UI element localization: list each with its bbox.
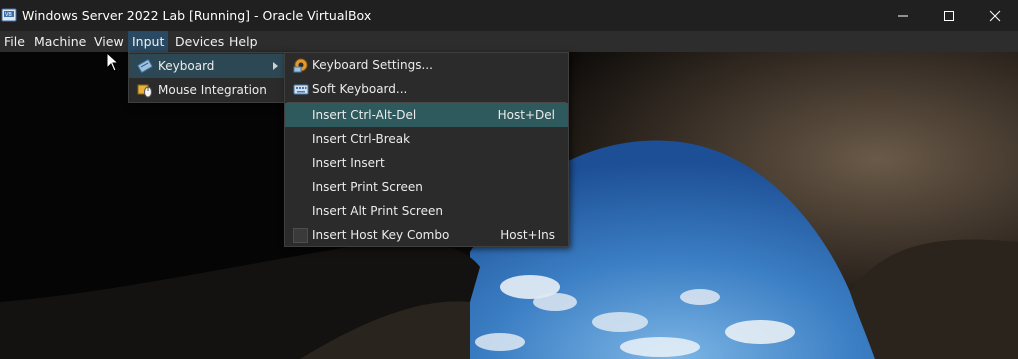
mouse-integration-icon [137,84,152,98]
soft-keyboard-label: Soft Keyboard... [312,82,408,96]
maximize-icon [944,10,954,21]
insert-alt-print-screen-label: Insert Alt Print Screen [312,204,443,218]
insert-print-screen-label: Insert Print Screen [312,180,423,194]
menu-bar: File Machine View Input Devices Help [0,31,1018,52]
keyboard-icon [137,59,153,73]
insert-ctrl-break-label: Insert Ctrl-Break [312,132,411,146]
menu-item-insert-insert[interactable]: Insert Insert [285,151,568,175]
menu-item-mouse-integration[interactable]: Mouse Integration [129,78,285,102]
close-icon [989,10,1001,21]
menu-devices[interactable]: Devices [171,31,228,52]
menu-item-keyboard[interactable]: Keyboard [129,54,285,78]
menu-item-insert-alt-print-screen[interactable]: Insert Alt Print Screen [285,199,568,223]
virtualbox-icon: VB [1,8,17,22]
insert-insert-label: Insert Insert [312,156,385,170]
keyboard-settings-label: Keyboard Settings... [312,58,433,72]
minimize-button[interactable] [880,0,926,31]
soft-keyboard-icon [293,84,309,95]
menu-file[interactable]: File [0,31,29,52]
close-button[interactable] [972,0,1018,31]
mouse-cursor-icon [106,52,119,72]
menu-input[interactable]: Input [128,31,169,52]
title-bar[interactable]: VB Windows Server 2022 Lab [Running] - O… [0,0,1018,31]
chevron-right-icon [273,62,278,70]
keyboard-label: Keyboard [158,59,215,73]
svg-text:VB: VB [5,12,12,18]
keyboard-submenu: Keyboard Settings... Soft Keyboard... In… [284,52,569,247]
host-key-combo-checkbox[interactable] [293,228,308,243]
menu-view[interactable]: View [90,31,128,52]
menu-item-keyboard-settings[interactable]: Keyboard Settings... [285,53,568,77]
shortcut-host-ins: Host+Ins [500,228,555,242]
minimize-icon [898,15,908,16]
maximize-button[interactable] [926,0,972,31]
input-menu: Keyboard Mouse Integration [128,52,286,103]
keyboard-settings-icon [293,58,308,73]
shortcut-host-del: Host+Del [497,108,555,122]
menu-item-insert-print-screen[interactable]: Insert Print Screen [285,175,568,199]
menu-item-soft-keyboard[interactable]: Soft Keyboard... [285,77,568,101]
menu-item-insert-host-key-combo[interactable]: Insert Host Key Combo Host+Ins [285,223,568,247]
window-title: Windows Server 2022 Lab [Running] - Orac… [22,8,372,23]
insert-host-key-combo-label: Insert Host Key Combo [312,228,450,242]
mouse-integration-label: Mouse Integration [158,83,267,97]
menu-item-insert-ctrl-break[interactable]: Insert Ctrl-Break [285,127,568,151]
menu-item-insert-ctrl-alt-del[interactable]: Insert Ctrl-Alt-Del Host+Del [285,103,568,127]
insert-ctrl-alt-del-label: Insert Ctrl-Alt-Del [312,108,417,122]
menu-machine[interactable]: Machine [30,31,90,52]
menu-help[interactable]: Help [225,31,262,52]
